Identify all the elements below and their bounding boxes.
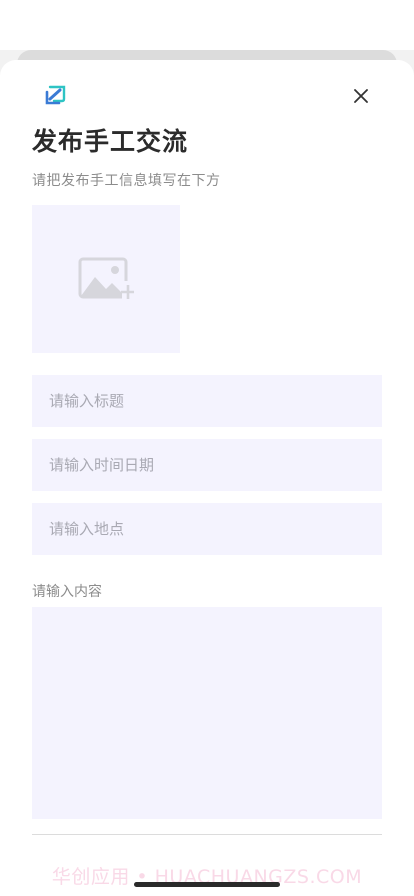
page-subtitle: 请把发布手工信息填写在下方 [32,173,221,189]
datetime-input[interactable] [32,439,382,491]
app-logo-icon [44,84,66,106]
close-button[interactable] [348,83,374,109]
content-label: 请输入内容 [32,584,102,600]
content-textarea[interactable] [32,607,382,819]
page-title: 发布手工交流 [32,127,189,156]
close-icon [354,89,368,103]
image-add-icon [78,257,134,301]
title-input[interactable] [32,375,382,427]
image-upload-button[interactable] [32,205,180,353]
status-bar-area [0,0,414,50]
divider [32,834,382,835]
home-indicator[interactable] [134,882,280,887]
location-input[interactable] [32,503,382,555]
